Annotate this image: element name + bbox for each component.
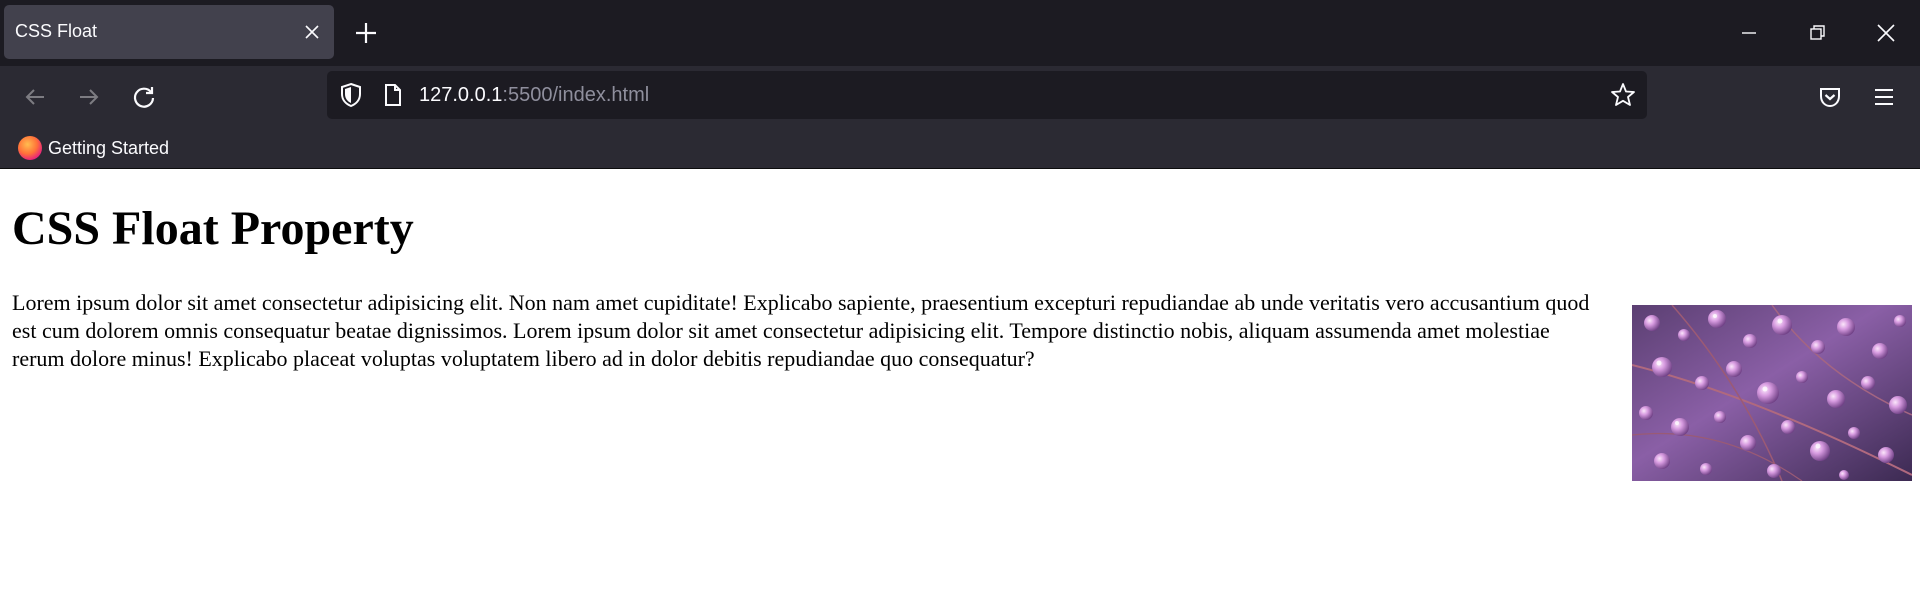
menu-hamburger-icon[interactable] [1871,84,1897,110]
tab-bar: CSS Float [0,0,1920,66]
close-window-icon[interactable] [1873,20,1899,46]
tab-title: CSS Float [15,21,98,41]
url-path: :5500/index.html [502,84,650,106]
tab-css-float[interactable]: CSS Float [4,5,334,59]
tracking-protection-shield-icon[interactable] [339,82,363,108]
page-heading: CSS Float Property [12,202,414,255]
page-info-icon[interactable] [383,83,403,107]
back-arrow-icon[interactable] [22,84,48,110]
new-tab-plus-icon[interactable] [353,20,379,46]
page-content: CSS Float Property Lorem ipsum dolor sit… [0,169,1920,597]
navigation-toolbar: 127.0.0.1:5500/index.html [0,66,1920,128]
bookmark-label: Getting Started [48,138,170,158]
pocket-icon[interactable] [1817,84,1843,110]
address-bar[interactable]: 127.0.0.1:5500/index.html [327,71,1647,119]
url-text[interactable]: 127.0.0.1:5500/index.html [419,84,649,107]
reload-icon[interactable] [131,84,157,110]
restore-icon[interactable] [1804,20,1830,46]
article-body: Lorem ipsum dolor sit amet consectetur a… [12,289,1912,481]
firefox-logo-icon [18,136,42,160]
bookmarks-toolbar: Getting Started [0,128,1920,169]
article-paragraph: Lorem ipsum dolor sit amet consectetur a… [12,290,1590,371]
bookmark-star-icon[interactable] [1610,82,1636,108]
water-droplets-image [1632,305,1912,481]
close-tab-icon[interactable] [302,22,322,42]
url-host: 127.0.0.1 [419,84,503,106]
forward-arrow-icon[interactable] [76,84,102,110]
minimize-icon[interactable] [1736,20,1762,46]
